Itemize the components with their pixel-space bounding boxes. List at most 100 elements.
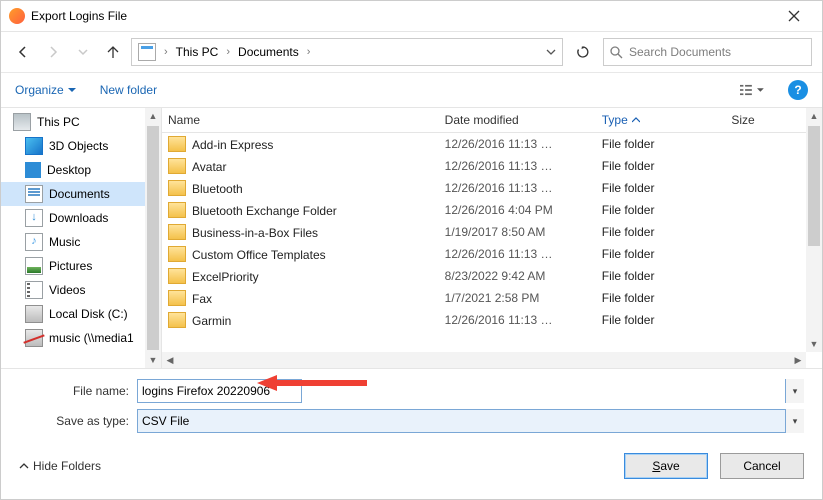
chevron-down-icon[interactable] xyxy=(546,47,556,57)
arrow-left-icon xyxy=(16,45,30,59)
close-icon xyxy=(788,10,800,22)
arrow-right-icon xyxy=(46,45,60,59)
toolbar: Organize New folder ? xyxy=(1,73,822,108)
folder-icon xyxy=(168,224,186,240)
saveastype-dropdown[interactable]: CSV File xyxy=(137,409,804,433)
sidebar-item-videos[interactable]: Videos xyxy=(1,278,161,302)
help-icon: ? xyxy=(794,83,801,97)
breadcrumb-root[interactable]: This PC xyxy=(176,45,219,59)
breadcrumb-folder[interactable]: Documents xyxy=(238,45,299,59)
sidebar-item-desktop[interactable]: Desktop xyxy=(1,158,161,182)
file-row[interactable]: Bluetooth Exchange Folder12/26/2016 4:04… xyxy=(162,199,822,221)
col-size[interactable]: Size xyxy=(725,113,806,127)
caret-down-icon xyxy=(757,86,764,94)
organize-menu[interactable]: Organize xyxy=(15,83,76,97)
file-row[interactable]: Fax 1/7/2021 2:58 PMFile folder xyxy=(162,287,822,309)
cube-icon xyxy=(25,137,43,155)
arrow-up-icon xyxy=(106,45,120,59)
folder-icon xyxy=(168,202,186,218)
view-button[interactable] xyxy=(740,78,764,102)
file-date: 12/26/2016 11:13 … xyxy=(439,159,596,173)
scroll-thumb[interactable] xyxy=(147,126,159,350)
file-type: File folder xyxy=(596,291,726,305)
file-row[interactable]: Custom Office Templates12/26/2016 11:13 … xyxy=(162,243,822,265)
refresh-button[interactable] xyxy=(569,38,597,66)
address-bar[interactable]: › This PC › Documents › xyxy=(131,38,563,66)
file-type: File folder xyxy=(596,269,726,283)
sidebar-item-documents[interactable]: Documents xyxy=(1,182,161,206)
saveastype-caret[interactable]: ▾ xyxy=(785,409,804,433)
downloads-icon: ↓ xyxy=(25,209,43,227)
save-button[interactable]: Save xyxy=(624,453,708,479)
sidebar-item-thispc[interactable]: This PC xyxy=(1,110,161,134)
organize-label: Organize xyxy=(15,83,64,97)
file-scrollbar-horizontal[interactable]: ◀ ▶ xyxy=(162,352,806,368)
folder-icon xyxy=(168,290,186,306)
sidebar-item-3dobjects[interactable]: 3D Objects xyxy=(1,134,161,158)
filename-input[interactable] xyxy=(137,379,302,403)
desktop-icon xyxy=(25,162,41,178)
sidebar-scrollbar[interactable]: ▲ ▼ xyxy=(145,108,161,368)
file-name: Bluetooth xyxy=(192,182,243,196)
scroll-thumb[interactable] xyxy=(808,126,820,246)
saveastype-label: Save as type: xyxy=(19,414,137,428)
file-type: File folder xyxy=(596,181,726,195)
scroll-right-icon[interactable]: ▶ xyxy=(790,352,806,368)
file-date: 1/19/2017 8:50 AM xyxy=(439,225,596,239)
col-name[interactable]: Name xyxy=(162,113,439,127)
file-type: File folder xyxy=(596,203,726,217)
chevron-right-icon: › xyxy=(307,46,311,58)
recent-locations-button[interactable] xyxy=(71,40,95,64)
scroll-down-icon[interactable]: ▼ xyxy=(145,352,161,368)
cancel-button[interactable]: Cancel xyxy=(720,453,804,479)
scroll-up-icon[interactable]: ▲ xyxy=(806,108,822,124)
file-row[interactable]: Add-in Express12/26/2016 11:13 …File fol… xyxy=(162,133,822,155)
col-type-label: Type xyxy=(602,113,628,127)
sidebar-item-networkmusic[interactable]: music (\\media1 xyxy=(1,326,161,350)
sort-asc-icon xyxy=(632,116,640,124)
main-pane: This PC 3D Objects Desktop Documents ↓Do… xyxy=(1,108,822,368)
sidebar-item-downloads[interactable]: ↓Downloads xyxy=(1,206,161,230)
scroll-up-icon[interactable]: ▲ xyxy=(145,108,161,124)
file-date: 1/7/2021 2:58 PM xyxy=(439,291,596,305)
videos-icon xyxy=(25,281,43,299)
file-row[interactable]: ExcelPriority 8/23/2022 9:42 AMFile folde… xyxy=(162,265,822,287)
file-type: File folder xyxy=(596,225,726,239)
col-date[interactable]: Date modified xyxy=(439,113,596,127)
filename-history-button[interactable]: ▾ xyxy=(785,379,804,403)
file-date: 12/26/2016 11:13 … xyxy=(439,137,596,151)
scroll-down-icon[interactable]: ▼ xyxy=(806,336,822,352)
newfolder-button[interactable]: New folder xyxy=(100,83,157,97)
help-button[interactable]: ? xyxy=(788,80,808,100)
app-icon xyxy=(9,8,25,24)
sidebar-label: music (\\media1 xyxy=(49,331,134,345)
chevron-down-icon xyxy=(78,47,88,57)
sidebar-item-localdisk[interactable]: Local Disk (C:) xyxy=(1,302,161,326)
file-row[interactable]: Garmin12/26/2016 11:13 …File folder xyxy=(162,309,822,331)
file-date: 12/26/2016 11:13 … xyxy=(439,247,596,261)
file-name: Add-in Express xyxy=(192,138,273,152)
chevron-right-icon: › xyxy=(164,46,168,58)
hide-folders-button[interactable]: Hide Folders xyxy=(19,459,101,473)
documents-icon xyxy=(25,185,43,203)
close-button[interactable] xyxy=(774,2,814,30)
file-row[interactable]: Business-in-a-Box Files 1/19/2017 8:50 AM… xyxy=(162,221,822,243)
file-row[interactable]: Avatar12/26/2016 11:13 …File folder xyxy=(162,155,822,177)
scroll-left-icon[interactable]: ◀ xyxy=(162,352,178,368)
search-input[interactable]: Search Documents xyxy=(603,38,812,66)
sidebar-label: This PC xyxy=(37,115,80,129)
col-type[interactable]: Type xyxy=(596,113,726,127)
sidebar-item-pictures[interactable]: Pictures xyxy=(1,254,161,278)
file-scrollbar-vertical[interactable]: ▲ ▼ xyxy=(806,108,822,352)
file-row[interactable]: Bluetooth12/26/2016 11:13 …File folder xyxy=(162,177,822,199)
file-date: 8/23/2022 9:42 AM xyxy=(439,269,596,283)
folder-icon xyxy=(168,246,186,262)
file-name: ExcelPriority xyxy=(192,270,259,284)
forward-button[interactable] xyxy=(41,40,65,64)
back-button[interactable] xyxy=(11,40,35,64)
up-button[interactable] xyxy=(101,40,125,64)
file-name: Fax xyxy=(192,292,212,306)
sidebar-label: Music xyxy=(49,235,80,249)
file-name: Business-in-a-Box Files xyxy=(192,226,318,240)
sidebar-item-music[interactable]: ♪Music xyxy=(1,230,161,254)
